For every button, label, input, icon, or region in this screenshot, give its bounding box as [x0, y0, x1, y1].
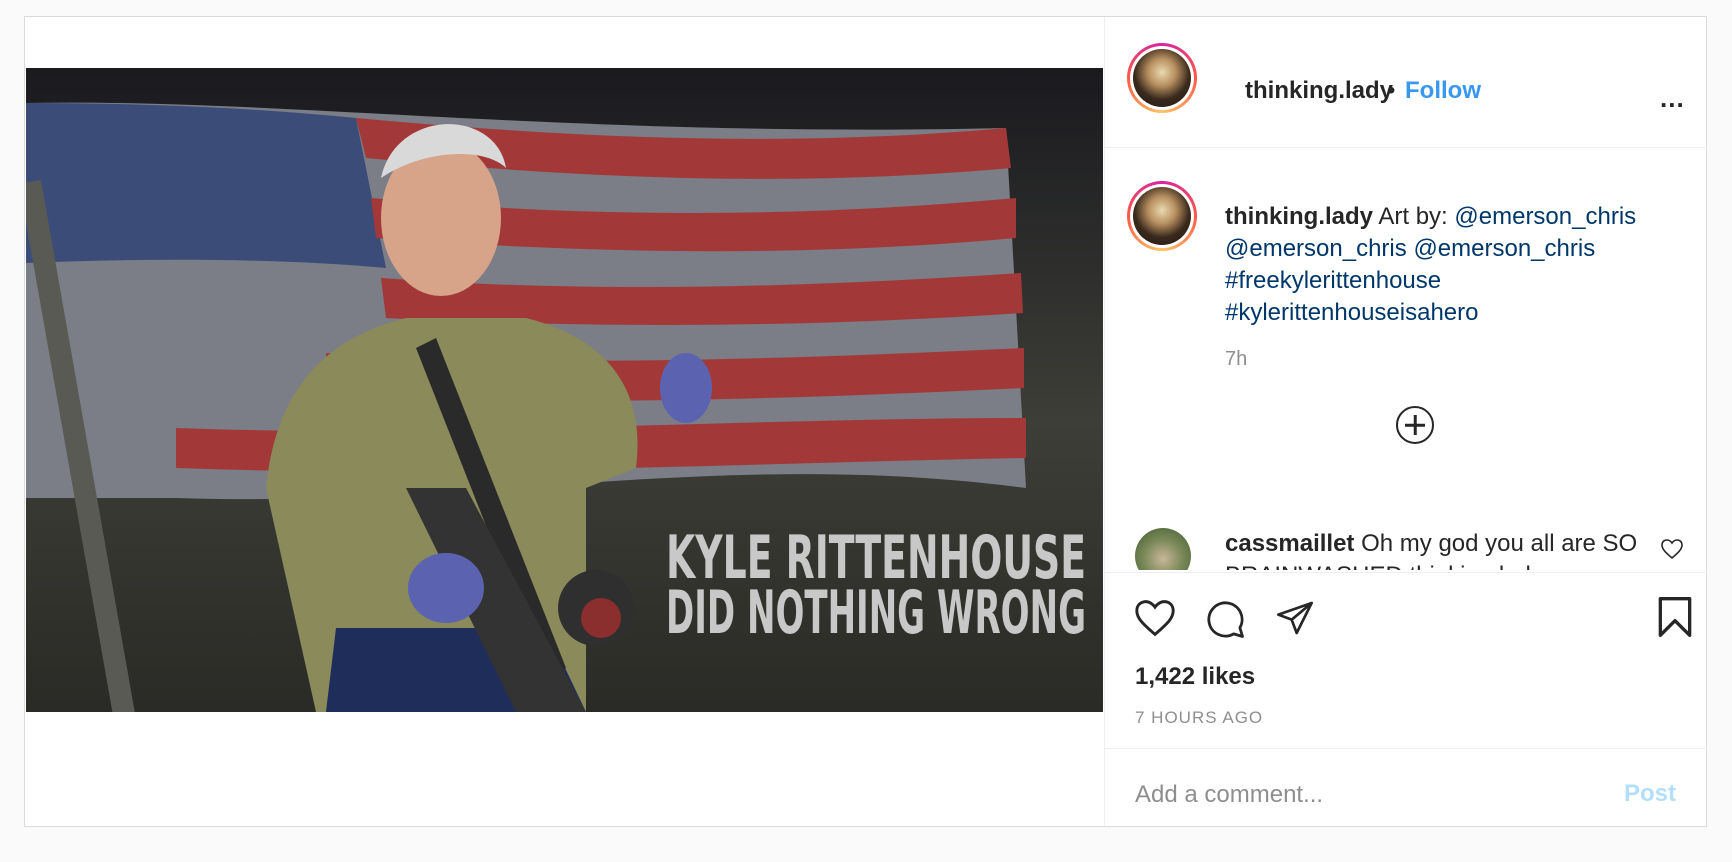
- post-side-panel: thinking.lady • Follow ... thinking.lady…: [1104, 17, 1707, 826]
- post-actions: 1,422 likes 7 HOURS AGO: [1105, 572, 1707, 749]
- post-image[interactable]: KYLE RITTENHOUSE DID NOTHING WRONG: [26, 68, 1103, 712]
- author-username[interactable]: thinking.lady: [1245, 77, 1393, 105]
- caption-username[interactable]: thinking.lady: [1225, 203, 1373, 230]
- add-comment-form: Post: [1105, 748, 1707, 828]
- image-text-line2: DID NOTHING WRONG: [666, 578, 1086, 648]
- heart-icon[interactable]: [1660, 538, 1684, 560]
- post-timestamp: 7 HOURS AGO: [1135, 708, 1264, 727]
- post-header: thinking.lady • Follow ...: [1105, 17, 1707, 148]
- commenter-avatar[interactable]: [1135, 528, 1191, 570]
- hashtag-link[interactable]: #freekylerittenhouse: [1225, 267, 1441, 294]
- separator-dot: •: [1387, 77, 1396, 104]
- mention-link[interactable]: @emerson_chris: [1454, 203, 1636, 230]
- comment-input[interactable]: [1135, 778, 1575, 812]
- paper-plane-icon[interactable]: [1273, 598, 1317, 638]
- hashtag-link[interactable]: #kylerittenhouseisahero: [1225, 299, 1479, 326]
- comment-username[interactable]: cassmaillet: [1225, 530, 1354, 557]
- instagram-post: KYLE RITTENHOUSE DID NOTHING WRONG think…: [24, 16, 1707, 827]
- mention-link[interactable]: @emerson_chris: [1225, 235, 1407, 262]
- caption-text: thinking.lady Art by: @emerson_chris @em…: [1225, 201, 1685, 329]
- comments-section[interactable]: thinking.lady Art by: @emerson_chris @em…: [1105, 148, 1707, 570]
- plus-circle-icon[interactable]: [1396, 406, 1434, 444]
- post-media[interactable]: KYLE RITTENHOUSE DID NOTHING WRONG: [25, 17, 1104, 826]
- heart-icon[interactable]: [1133, 598, 1177, 638]
- caption-prefix: Art by:: [1378, 203, 1448, 230]
- more-options-icon[interactable]: ...: [1660, 83, 1685, 114]
- bookmark-icon[interactable]: [1655, 595, 1695, 639]
- likes-count[interactable]: 1,422 likes: [1135, 663, 1255, 691]
- follow-button[interactable]: Follow: [1405, 77, 1481, 105]
- mention-link[interactable]: @emerson_chris: [1413, 235, 1595, 262]
- caption-time: 7h: [1225, 348, 1248, 370]
- comment-item: cassmaillet Oh my god you all are SO BRA…: [1225, 528, 1645, 570]
- author-avatar[interactable]: [1127, 43, 1197, 113]
- comment-bubble-icon[interactable]: [1203, 598, 1247, 640]
- caption-avatar[interactable]: [1127, 181, 1197, 251]
- post-comment-button[interactable]: Post: [1624, 780, 1676, 808]
